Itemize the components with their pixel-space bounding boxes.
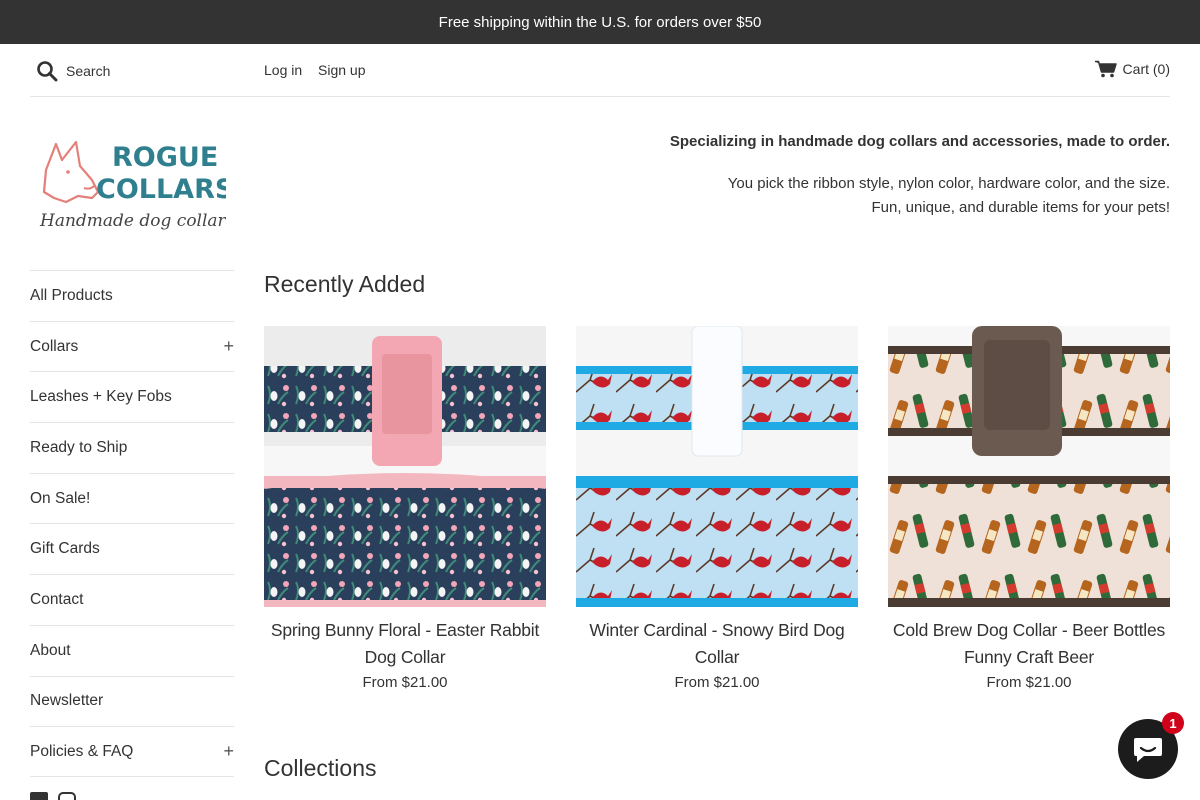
- product-price: From $21.00: [986, 674, 1072, 691]
- cart-icon: [1094, 60, 1117, 78]
- signup-link[interactable]: Sign up: [318, 62, 365, 78]
- product-name[interactable]: Spring Bunny Floral - Easter Rabbit Dog …: [264, 617, 546, 671]
- intro-line-2: Fun, unique, and durable items for your …: [871, 199, 1170, 216]
- cart-link[interactable]: Cart (0): [1094, 60, 1170, 78]
- sidebar-item-contact[interactable]: Contact: [30, 574, 234, 625]
- dog-logo-icon: ROGUE COLLARS Handmade dog collars: [39, 140, 235, 231]
- announcement-text: Free shipping within the U.S. for orders…: [438, 13, 762, 31]
- instagram-icon[interactable]: [58, 792, 76, 800]
- search-input[interactable]: [66, 59, 256, 83]
- recently-added-title: Recently Added: [264, 271, 426, 297]
- product-price: From $21.00: [674, 674, 760, 691]
- top-bar: Log in Sign up Cart (0): [30, 44, 1170, 97]
- sidebar-item-label: All Products: [30, 286, 113, 304]
- store-logo[interactable]: ROGUE COLLARS Handmade dog collars: [36, 130, 235, 240]
- sidebar-item-label: Collars: [30, 337, 79, 355]
- product-image[interactable]: [264, 326, 546, 607]
- intro-headline: Specializing in handmade dog collars and…: [669, 133, 1170, 150]
- expand-plus-icon[interactable]: +: [223, 336, 234, 357]
- sidebar-item-label: Newsletter: [30, 692, 104, 710]
- sidebar-nav: All Products Collars + Leashes + Key Fob…: [30, 270, 234, 777]
- sidebar-item-policies-faq[interactable]: Policies & FAQ +: [30, 726, 234, 777]
- facebook-icon[interactable]: [30, 792, 48, 800]
- logo-line1: ROGUE: [112, 142, 218, 173]
- product-name[interactable]: Winter Cardinal - Snowy Bird Dog Collar: [576, 617, 858, 671]
- collections-title: Collections: [264, 755, 377, 781]
- product-image[interactable]: [888, 326, 1170, 607]
- logo-tagline: Handmade dog collars: [39, 211, 226, 231]
- logo-line2: COLLARS: [96, 174, 226, 205]
- sidebar-item-label: Contact: [30, 590, 84, 608]
- intro-line-1: You pick the ribbon style, nylon color, …: [727, 175, 1170, 192]
- sidebar-item-label: Ready to Ship: [30, 438, 128, 456]
- product-card[interactable]: Cold Brew Dog Collar - Beer Bottles Funn…: [888, 326, 1170, 695]
- sidebar-item-label: On Sale!: [30, 489, 91, 507]
- chat-notification-badge: 1: [1162, 712, 1184, 734]
- product-name[interactable]: Cold Brew Dog Collar - Beer Bottles Funn…: [888, 617, 1170, 671]
- sidebar-item-label: Leashes + Key Fobs: [30, 388, 172, 406]
- sidebar-item-on-sale[interactable]: On Sale!: [30, 472, 234, 524]
- login-link[interactable]: Log in: [264, 62, 302, 78]
- cart-label: Cart (0): [1122, 61, 1170, 77]
- announcement-bar: Free shipping within the U.S. for orders…: [0, 0, 1200, 44]
- sidebar-item-gift-cards[interactable]: Gift Cards: [30, 523, 234, 574]
- sidebar-item-all-products[interactable]: All Products: [30, 270, 234, 321]
- search-icon[interactable]: [36, 60, 58, 82]
- sidebar-item-leashes[interactable]: Leashes + Key Fobs: [30, 371, 234, 422]
- sidebar-item-about[interactable]: About: [30, 624, 234, 676]
- product-image[interactable]: [576, 326, 858, 607]
- social-links: [30, 792, 76, 800]
- chat-icon: [1134, 738, 1162, 762]
- product-card[interactable]: Winter Cardinal - Snowy Bird Dog Collar …: [576, 326, 858, 695]
- sidebar-item-newsletter[interactable]: Newsletter: [30, 675, 234, 727]
- product-price: From $21.00: [362, 674, 448, 691]
- expand-plus-icon[interactable]: +: [223, 741, 234, 762]
- sidebar-item-label: Policies & FAQ: [30, 742, 134, 760]
- sidebar-item-label: About: [30, 641, 71, 659]
- intro-text: You pick the ribbon style, nylon color, …: [728, 172, 1170, 220]
- sidebar-item-collars[interactable]: Collars +: [30, 320, 234, 372]
- sidebar-item-ready-to-ship[interactable]: Ready to Ship: [30, 422, 234, 473]
- product-card[interactable]: Spring Bunny Floral - Easter Rabbit Dog …: [264, 326, 546, 695]
- sidebar-item-label: Gift Cards: [30, 540, 100, 558]
